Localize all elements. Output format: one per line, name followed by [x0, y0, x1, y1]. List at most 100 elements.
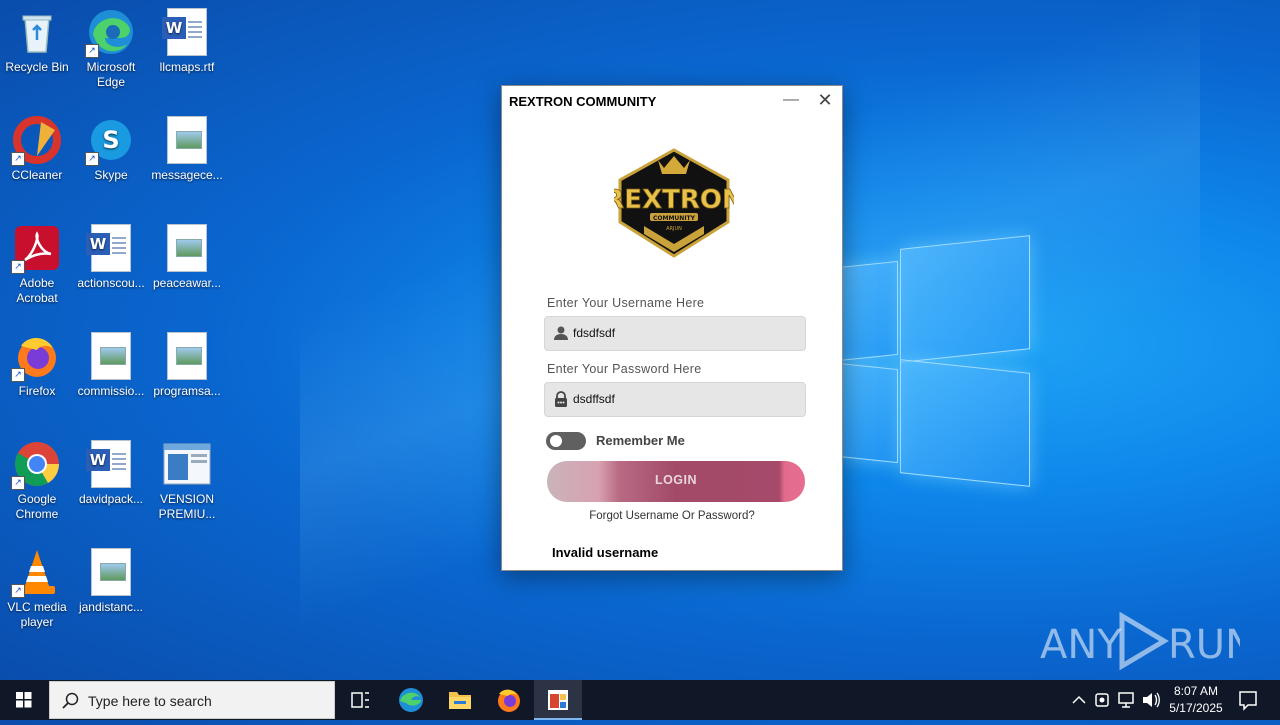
desktop-icon-edge[interactable]: ↗ Microsoft Edge [74, 8, 148, 90]
username-input[interactable] [573, 324, 793, 342]
vlc-cone-icon: ↗ [11, 548, 61, 598]
word-document-icon: W [86, 440, 135, 488]
desktop-icon-firefox[interactable]: ↗ Firefox [0, 332, 74, 399]
desktop-icon-label: Adobe Acrobat [16, 276, 58, 305]
desktop-icon-label: programsa... [153, 384, 221, 398]
recycle-bin-icon [13, 8, 61, 56]
clock-time: 8:07 AM [1173, 684, 1219, 698]
word-document-icon: W [162, 8, 211, 56]
desktop-icon-actionscou[interactable]: W actionscou... [74, 224, 148, 291]
svg-text:S: S [102, 126, 119, 154]
desktop-icon-ccleaner[interactable]: ↗ CCleaner [0, 116, 74, 183]
shortcut-arrow-icon: ↗ [11, 476, 25, 490]
desktop-icon-commissio[interactable]: commissio... [74, 332, 148, 399]
desktop-icon-messagece[interactable]: messagece... [150, 116, 224, 183]
password-label: Enter Your Password Here [547, 362, 702, 376]
edge-icon: ↗ [85, 8, 135, 58]
password-input[interactable] [573, 390, 793, 408]
desktop-icon-label: llcmaps.rtf [159, 60, 215, 74]
login-button[interactable]: LOGIN [547, 461, 805, 502]
remember-me-label[interactable]: Remember Me [596, 433, 685, 448]
desktop-icon-jandistanc[interactable]: jandistanc... [74, 548, 148, 615]
tray-volume[interactable] [1140, 680, 1162, 720]
camera-icon [1095, 693, 1109, 707]
shortcut-arrow-icon: ↗ [11, 584, 25, 598]
task-view-icon [351, 692, 369, 708]
forgot-credentials-link[interactable]: Forgot Username Or Password? [502, 510, 842, 522]
start-button[interactable] [0, 680, 48, 720]
anyrun-watermark: ANY RUN [1040, 610, 1255, 672]
tray-meet-now[interactable] [1092, 680, 1114, 720]
close-icon: ✕ [817, 90, 833, 110]
notification-icon [1239, 691, 1257, 711]
taskbar-rextron-app[interactable] [534, 680, 582, 720]
desktop-icon-label: actionscou... [77, 276, 145, 290]
taskbar: Type here to search 8:07 AM 5/17/2025 [0, 680, 1280, 720]
desktop-icon-label: davidpack... [78, 492, 144, 506]
desktop-icon-label: jandistanc... [78, 600, 144, 614]
taskbar-firefox[interactable] [485, 680, 533, 720]
desktop-icon-label: Recycle Bin [5, 60, 69, 74]
image-file-icon [87, 332, 135, 380]
search-icon [62, 692, 79, 709]
chevron-up-icon [1072, 695, 1086, 704]
image-file-icon [163, 116, 211, 164]
password-field[interactable] [544, 382, 806, 417]
shortcut-arrow-icon: ↗ [85, 152, 99, 166]
shortcut-arrow-icon: ↗ [11, 368, 25, 382]
image-file-icon [163, 224, 211, 272]
clock-date: 5/17/2025 [1169, 701, 1223, 715]
taskbar-file-explorer[interactable] [436, 680, 484, 720]
edge-icon [399, 688, 423, 712]
desktop-icon-skype[interactable]: S ↗ Skype [74, 116, 148, 183]
ccleaner-icon: ↗ [11, 116, 61, 166]
desktop-icon-vlc[interactable]: ↗ VLC media player [0, 548, 74, 630]
desktop-icon-label: VLC media player [7, 600, 67, 629]
tray-network[interactable] [1116, 680, 1138, 720]
logo-text: REXTRON [614, 185, 734, 215]
svg-text:RUN: RUN [1168, 622, 1240, 668]
user-icon [554, 326, 568, 340]
application-window-icon [163, 440, 211, 488]
firefox-icon [498, 689, 520, 712]
desktop-icon-peaceawar[interactable]: peaceawar... [150, 224, 224, 291]
desktop-icon-programsa[interactable]: programsa... [150, 332, 224, 399]
action-center-button[interactable] [1234, 680, 1262, 720]
task-view-button[interactable] [336, 680, 384, 720]
minimize-button[interactable]: — [780, 88, 802, 112]
desktop-icon-label: Microsoft Edge [86, 60, 136, 89]
shortcut-arrow-icon: ↗ [85, 44, 99, 58]
rextron-logo: REXTRON COMMUNITY ARJUN [604, 144, 744, 259]
desktop-icon-label: CCleaner [11, 168, 63, 182]
desktop-icon-label: peaceawar... [152, 276, 222, 290]
search-placeholder: Type here to search [88, 693, 212, 709]
firefox-icon: ↗ [11, 332, 61, 382]
error-message: Invalid username [552, 545, 659, 560]
desktop-icon-label: Firefox [18, 384, 56, 398]
desktop-icon-vension-premium[interactable]: VENSION PREMIU... [150, 440, 224, 522]
image-file-icon [87, 548, 135, 596]
acrobat-icon: ↗ [11, 224, 61, 274]
desktop-icon-label: VENSION PREMIU... [158, 492, 216, 521]
desktop-icon-label: Skype [94, 168, 128, 182]
close-button[interactable]: ✕ [814, 88, 836, 112]
desktop-icon-llcmaps[interactable]: W llcmaps.rtf [150, 8, 224, 75]
logo-subtext-2: ARJUN [666, 226, 682, 232]
shortcut-arrow-icon: ↗ [11, 152, 25, 166]
lock-icon [555, 391, 567, 407]
desktop-icon-davidpack[interactable]: W davidpack... [74, 440, 148, 507]
desktop-icon-adobe-acrobat[interactable]: ↗ Adobe Acrobat [0, 224, 74, 306]
folder-icon [449, 692, 471, 709]
windows-start-icon [16, 692, 32, 708]
taskbar-edge[interactable] [387, 680, 435, 720]
taskbar-clock[interactable]: 8:07 AM 5/17/2025 [1160, 683, 1232, 717]
desktop-icon-recycle-bin[interactable]: Recycle Bin [0, 8, 74, 75]
desktop-icon-google-chrome[interactable]: ↗ Google Chrome [0, 440, 74, 522]
network-icon [1118, 692, 1134, 708]
show-hidden-icons-button[interactable] [1068, 680, 1090, 720]
taskbar-search-box[interactable]: Type here to search [49, 681, 335, 719]
minimize-icon: — [783, 91, 799, 108]
username-field[interactable] [544, 316, 806, 351]
remember-me-toggle[interactable] [546, 432, 586, 450]
username-label: Enter Your Username Here [547, 296, 705, 310]
